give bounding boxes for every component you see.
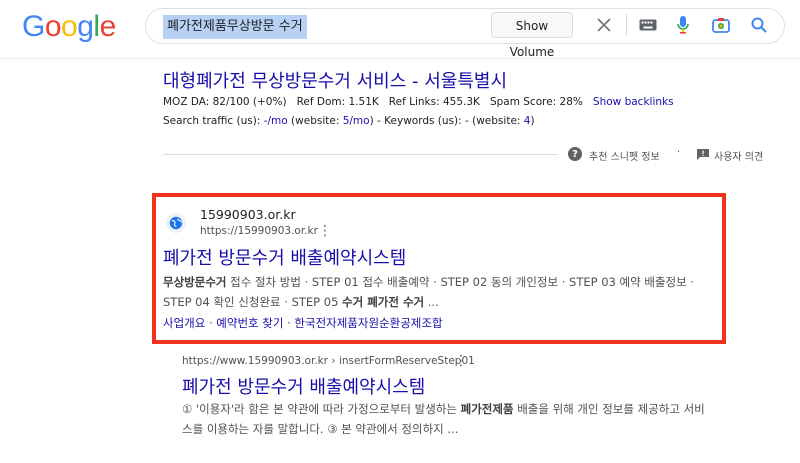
snippet-line-1: ① '이용자'라 함은 본 약관에 따라 가정으로부터 발생하는 폐가전제품 배… [182, 399, 705, 420]
traffic-website-link[interactable]: 5/mo [343, 115, 370, 127]
search-icon[interactable] [748, 14, 770, 36]
feedback-link[interactable]: 사용자 의견 [714, 148, 763, 163]
moz-metrics: MOZ DA: 82/100 (+0%) Ref Dom: 1.51K Ref … [163, 96, 674, 108]
snippet-bold-term: 폐가전제품 [460, 402, 514, 416]
ref-links: Ref Links: 455.3K [388, 96, 480, 108]
snippet-text: ① '이용자'라 함은 본 약관에 따라 가정으로부터 발생하는 [182, 402, 461, 416]
camera-icon[interactable] [710, 14, 732, 36]
snippet-line-2: STEP 04 확인 신청완료 · STEP 05 수거 폐가전 수거 ... [163, 292, 439, 313]
header-divider [0, 58, 800, 59]
site-name[interactable]: 15990903.or.kr [200, 207, 296, 222]
keywords-suffix: ) [530, 115, 535, 127]
snippet-bold-term: 수거 폐가전 수거 [342, 295, 425, 309]
moz-da: MOZ DA: 82/100 (+0%) [163, 96, 287, 108]
sitelink-find-reservation[interactable]: 예약번호 찾기 [216, 316, 283, 330]
snippet-text: 접수 절차 방법 · STEP 01 접수 배출예약 · STEP 02 동의 … [226, 275, 694, 289]
feedback-icon[interactable] [696, 148, 709, 160]
keyboard-icon[interactable] [637, 15, 659, 35]
show-volume-button[interactable]: Show Volume [491, 12, 573, 59]
search-divider [626, 14, 627, 36]
sitelink-association[interactable]: 한국전자제품자원순환공제조합 [294, 316, 442, 330]
logo-letter: e [99, 10, 117, 43]
search-traffic: Search traffic (us): -/mo (website: 5/mo… [163, 115, 535, 127]
google-logo[interactable]: Google [22, 10, 116, 44]
show-backlinks-link[interactable]: Show backlinks [593, 96, 674, 108]
traffic-value-link[interactable]: -/mo [264, 115, 288, 127]
feedback-divider [163, 154, 558, 155]
spam-score: Spam Score: 28% [489, 96, 583, 108]
snippet-line-2: 스를 이용하는 자를 말합니다. ③ 본 약관에서 정의하지 ... [182, 419, 458, 440]
more-options-icon[interactable]: ⋮ [454, 354, 468, 368]
snippet-text: 배출을 위해 개인 정보를 제공하고 서비 [513, 402, 705, 416]
mic-icon[interactable] [673, 14, 693, 36]
result-title[interactable]: 폐가전 방문수거 배출예약시스템 [182, 373, 425, 399]
featured-snippet-info[interactable]: 추천 스니펫 정보 [589, 148, 660, 163]
keywords-label: ) - Keywords (us): - (website: [369, 115, 524, 127]
logo-letter: o [44, 10, 62, 43]
logo-letter: g [77, 10, 94, 43]
logo-letter: o [61, 10, 78, 43]
snippet-bold-term: 무상방문수거 [163, 275, 227, 289]
feedback-separator: · [677, 147, 681, 158]
traffic-label: Search traffic (us): [163, 115, 264, 127]
snippet-text: STEP 04 확인 신청완료 · STEP 05 [163, 295, 343, 309]
snippet-text: ... [424, 295, 439, 309]
sitelink-separator: · [205, 316, 217, 330]
ref-dom: Ref Dom: 1.51K [296, 96, 379, 108]
globe-icon [166, 213, 186, 233]
result-url[interactable]: https://www.15990903.or.kr › insertFormR… [182, 355, 475, 367]
close-icon[interactable] [594, 15, 614, 35]
traffic-website-label: (website: [287, 115, 343, 127]
snippet-text: 스를 이용하는 자를 말합니다. ③ 본 약관에서 정의하지 ... [182, 422, 459, 436]
result-title[interactable]: 대형폐가전 무상방문수거 서비스 - 서울특별시 [163, 67, 507, 93]
sitelink-separator: · [283, 316, 295, 330]
sitelinks: 사업개요 · 예약번호 찾기 · 한국전자제품자원순환공제조합 [163, 315, 443, 331]
search-query[interactable]: 폐가전제품무상방문 수거 [163, 15, 307, 39]
logo-letter: G [22, 10, 45, 43]
result-title-highlighted[interactable]: 폐가전 방문수거 배출예약시스템 [163, 244, 406, 270]
snippet-line-1: 무상방문수거 접수 절차 방법 · STEP 01 접수 배출예약 · STEP… [163, 272, 694, 293]
site-url[interactable]: https://15990903.or.kr [200, 225, 318, 237]
sitelink-business-overview[interactable]: 사업개요 [163, 316, 205, 330]
help-icon[interactable]: ? [568, 147, 582, 161]
more-options-icon[interactable]: ⋮ [318, 224, 332, 238]
